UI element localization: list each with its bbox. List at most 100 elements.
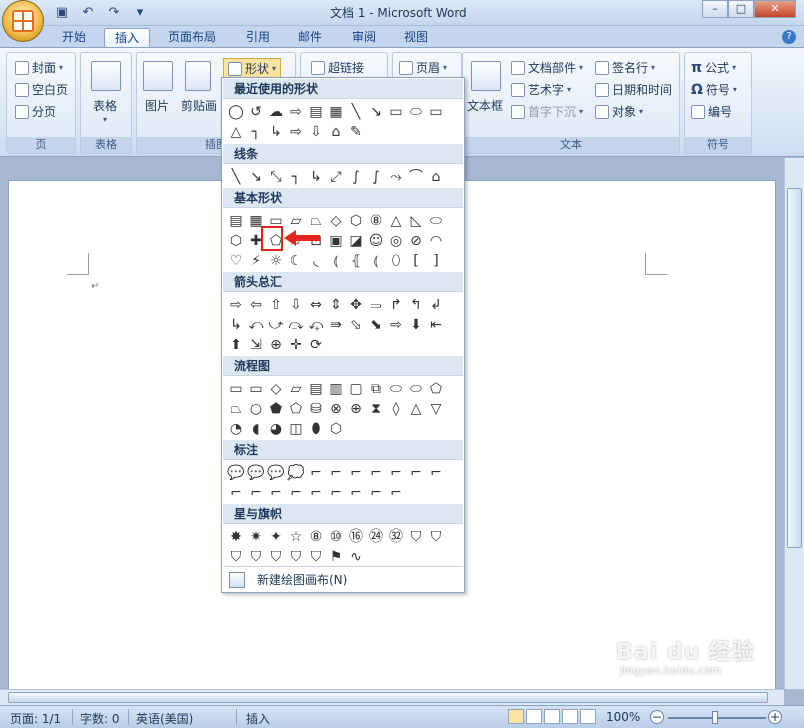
shape-item[interactable]: ⇨	[386, 315, 406, 335]
shape-item[interactable]: 💬	[226, 463, 246, 483]
shape-item[interactable]: ⇲	[246, 335, 266, 355]
shape-item[interactable]: ⬟	[266, 399, 286, 419]
shape-item[interactable]: ⬇	[406, 315, 426, 335]
shape-item[interactable]: ▥	[326, 379, 346, 399]
shape-item[interactable]: ⬯	[386, 251, 406, 271]
word-count[interactable]: 字数: 0	[80, 710, 120, 727]
shape-item[interactable]: △	[226, 122, 246, 142]
redo-icon[interactable]: ↷	[106, 5, 122, 20]
insert-mode[interactable]: 插入	[246, 710, 270, 727]
shape-item[interactable]: ⛉	[306, 547, 326, 567]
shape-item[interactable]: ↳	[266, 122, 286, 142]
shape-item[interactable]: ⬡	[226, 231, 246, 251]
new-drawing-canvas-item[interactable]: 新建绘图画布(N)	[223, 566, 463, 592]
shape-item[interactable]: ⤢	[326, 167, 346, 187]
shape-item[interactable]: ◫	[286, 419, 306, 439]
shape-item[interactable]: ▢	[346, 379, 366, 399]
office-button[interactable]	[2, 0, 44, 42]
shape-item[interactable]: ⊕	[266, 335, 286, 355]
shape-item[interactable]: ⬡	[346, 211, 366, 231]
shape-item[interactable]: ⤽	[306, 315, 326, 335]
shape-item[interactable]: ⚡	[246, 251, 266, 271]
shape-item[interactable]: ⦅	[326, 251, 346, 271]
vertical-scroll-thumb[interactable]	[787, 188, 802, 548]
shape-item[interactable]: ⤺	[246, 315, 266, 335]
shape-item[interactable]: ⇕	[326, 295, 346, 315]
shape-item[interactable]: ⇤	[426, 315, 446, 335]
shape-item[interactable]: 💭	[286, 463, 306, 483]
shape-item[interactable]: ♡	[226, 251, 246, 271]
shape-item[interactable]: ⇩	[286, 295, 306, 315]
shape-item[interactable]: ⤻	[266, 315, 286, 335]
shape-item[interactable]: ┐	[246, 122, 266, 142]
shape-item[interactable]: ▣	[326, 231, 346, 251]
vertical-scrollbar[interactable]	[784, 158, 804, 689]
tab-mailings[interactable]: 邮件	[288, 28, 332, 48]
shape-item[interactable]: ▱	[286, 379, 306, 399]
zoom-in-button[interactable]: +	[768, 710, 782, 724]
shape-item[interactable]: ◯	[226, 102, 246, 122]
customize-qat-icon[interactable]: ▾	[132, 5, 148, 20]
tab-references[interactable]: 引用	[236, 28, 280, 48]
textbox-button[interactable]: 文本框	[467, 97, 503, 114]
shape-item[interactable]: ㉔	[366, 527, 386, 547]
tab-view[interactable]: 视图	[394, 28, 438, 48]
page-break-button[interactable]: 分页	[15, 103, 56, 120]
shape-item[interactable]: ▭	[226, 379, 246, 399]
outline-view-icon[interactable]	[562, 709, 578, 724]
shape-item[interactable]: ◇	[326, 211, 346, 231]
horizontal-scroll-thumb[interactable]	[8, 692, 768, 703]
shape-item[interactable]: ⌐	[306, 463, 326, 483]
print-layout-icon[interactable]	[508, 709, 524, 724]
shape-item[interactable]: ▤	[226, 211, 246, 231]
shape-item[interactable]: ↳	[226, 315, 246, 335]
shape-item[interactable]: ⑯	[346, 527, 366, 547]
clipart-button[interactable]: 剪贴画	[181, 97, 217, 114]
shape-item[interactable]: ⬮	[306, 419, 326, 439]
close-button[interactable]: ✕	[754, 0, 796, 18]
shape-item[interactable]: ▭	[426, 102, 446, 122]
shape-item[interactable]: ☼	[266, 251, 286, 271]
shape-item[interactable]: ⛉	[406, 527, 426, 547]
shape-item[interactable]: ◪	[346, 231, 366, 251]
shape-item[interactable]: ✸	[226, 527, 246, 547]
shape-item[interactable]: ⬂	[346, 315, 366, 335]
shape-item[interactable]: ⦅	[366, 251, 386, 271]
shape-item[interactable]: ⌐	[306, 483, 326, 503]
shape-item[interactable]: ⌐	[346, 463, 366, 483]
shape-item[interactable]: ⌐	[346, 483, 366, 503]
shape-item[interactable]: ✥	[346, 295, 366, 315]
shape-item[interactable]: △	[386, 211, 406, 231]
shape-item[interactable]: ⬭	[386, 379, 406, 399]
datetime-button[interactable]: 日期和时间	[595, 81, 672, 98]
shape-item[interactable]: ◔	[226, 419, 246, 439]
shape-item[interactable]: △	[406, 399, 426, 419]
signature-button[interactable]: 签名行 ▾	[595, 59, 655, 76]
shape-item[interactable]: ↺	[246, 102, 266, 122]
shape-item[interactable]: ▭	[246, 379, 266, 399]
shape-item[interactable]: ⛉	[426, 527, 446, 547]
shape-item[interactable]: ⏢	[306, 211, 326, 231]
hyperlink-button[interactable]: 超链接	[311, 59, 364, 76]
blank-page-button[interactable]: 空白页	[15, 81, 68, 98]
tab-insert[interactable]: 插入	[104, 28, 151, 48]
shape-item[interactable]: ⑩	[326, 527, 346, 547]
save-icon[interactable]: ▣	[54, 5, 70, 20]
shape-item[interactable]: ⬆	[226, 335, 246, 355]
shape-item[interactable]: ]	[426, 251, 446, 271]
shape-item[interactable]: ⌐	[326, 463, 346, 483]
shape-item[interactable]: ⛉	[266, 547, 286, 567]
shape-item[interactable]: ↲	[426, 295, 446, 315]
shape-item[interactable]: ⇨	[286, 102, 306, 122]
object-button[interactable]: 对象 ▾	[595, 103, 643, 120]
shape-item[interactable]: ◊	[386, 399, 406, 419]
undo-icon[interactable]: ↶	[80, 5, 96, 20]
shape-item[interactable]: ⏢	[226, 399, 246, 419]
shape-item[interactable]: ◇	[266, 379, 286, 399]
shape-item[interactable]: ┐	[286, 167, 306, 187]
shape-item[interactable]: ◠	[426, 231, 446, 251]
number-button[interactable]: 编号	[691, 103, 732, 120]
shape-item[interactable]: ⊕	[346, 399, 366, 419]
shapes-button[interactable]: 形状 ▾	[223, 58, 282, 79]
help-icon[interactable]: ?	[782, 30, 796, 44]
